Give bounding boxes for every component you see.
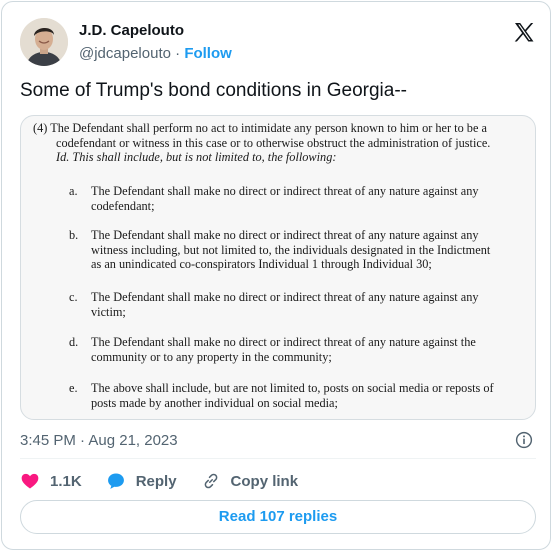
tweet-text: Some of Trump's bond conditions in Georg… xyxy=(20,80,407,101)
reply-bubble-icon xyxy=(107,473,124,489)
reply-button[interactable]: Reply xyxy=(106,471,177,491)
item-line: witness including, but not limited to, t… xyxy=(91,242,491,257)
intro-line: codefendant or witness in this case or t… xyxy=(56,135,491,150)
action-bar: 1.1K Reply Copy link xyxy=(20,470,322,492)
heart-icon xyxy=(21,473,39,489)
document-item-d: d. The Defendant shall make no direct or… xyxy=(69,335,521,364)
document-image[interactable]: (4) The Defendant shall perform no act t… xyxy=(20,115,536,420)
follow-button[interactable]: Follow xyxy=(184,45,232,62)
divider xyxy=(20,458,536,459)
like-button[interactable]: 1.1K xyxy=(20,471,82,491)
avatar-photo xyxy=(20,18,68,66)
tweet-timestamp[interactable]: 3:45 PM · Aug 21, 2023 xyxy=(20,432,178,449)
item-line: community or to any property in the comm… xyxy=(91,349,332,364)
author-name[interactable]: J.D. Capelouto xyxy=(79,22,184,39)
copy-link-button[interactable]: Copy link xyxy=(201,471,299,491)
read-replies-button[interactable]: Read 107 replies xyxy=(20,500,536,534)
copy-link-label: Copy link xyxy=(230,472,299,490)
avatar[interactable] xyxy=(20,18,68,66)
intro-line: Id. This shall include, but is not limit… xyxy=(56,150,337,165)
item-letter: e. xyxy=(69,381,78,395)
item-letter: d. xyxy=(69,335,79,349)
item-line: The Defendant shall make no direct or in… xyxy=(91,290,479,304)
item-line: victim; xyxy=(91,304,126,319)
reply-label: Reply xyxy=(135,472,177,490)
document-intro: (4) The Defendant shall perform no act t… xyxy=(33,121,523,165)
document-item-c: c. The Defendant shall make no direct or… xyxy=(69,290,521,319)
item-letter: c. xyxy=(69,290,78,304)
link-icon xyxy=(204,473,217,489)
author-handle[interactable]: @jdcapelouto xyxy=(79,45,171,62)
item-line: posts made by another individual on soci… xyxy=(91,395,338,410)
item-line: The Defendant shall make no direct or in… xyxy=(91,335,476,349)
x-logo-icon[interactable] xyxy=(512,20,536,44)
item-line: The Defendant shall make no direct or in… xyxy=(91,228,479,242)
document-item-e: e. The above shall include, but are not … xyxy=(69,381,521,410)
item-line: The Defendant shall make no direct or in… xyxy=(91,184,479,198)
handle-separator: · xyxy=(175,45,181,62)
document-item-a: a. The Defendant shall make no direct or… xyxy=(69,184,521,213)
item-line: codefendant; xyxy=(91,198,155,213)
item-letter: a. xyxy=(69,184,78,198)
tweet-embed-card: J.D. Capelouto @jdcapelouto · Follow Som… xyxy=(1,1,551,550)
item-line: The above shall include, but are not lim… xyxy=(91,381,494,395)
author-handle-line: @jdcapelouto · Follow xyxy=(79,45,232,62)
intro-line: (4) The Defendant shall perform no act t… xyxy=(33,121,487,135)
item-line: as an unindicated co-conspirators Indivi… xyxy=(91,257,432,272)
document-item-b: b. The Defendant shall make no direct or… xyxy=(69,228,521,272)
like-count: 1.1K xyxy=(50,472,82,490)
item-letter: b. xyxy=(69,228,79,242)
info-icon[interactable] xyxy=(515,431,533,449)
